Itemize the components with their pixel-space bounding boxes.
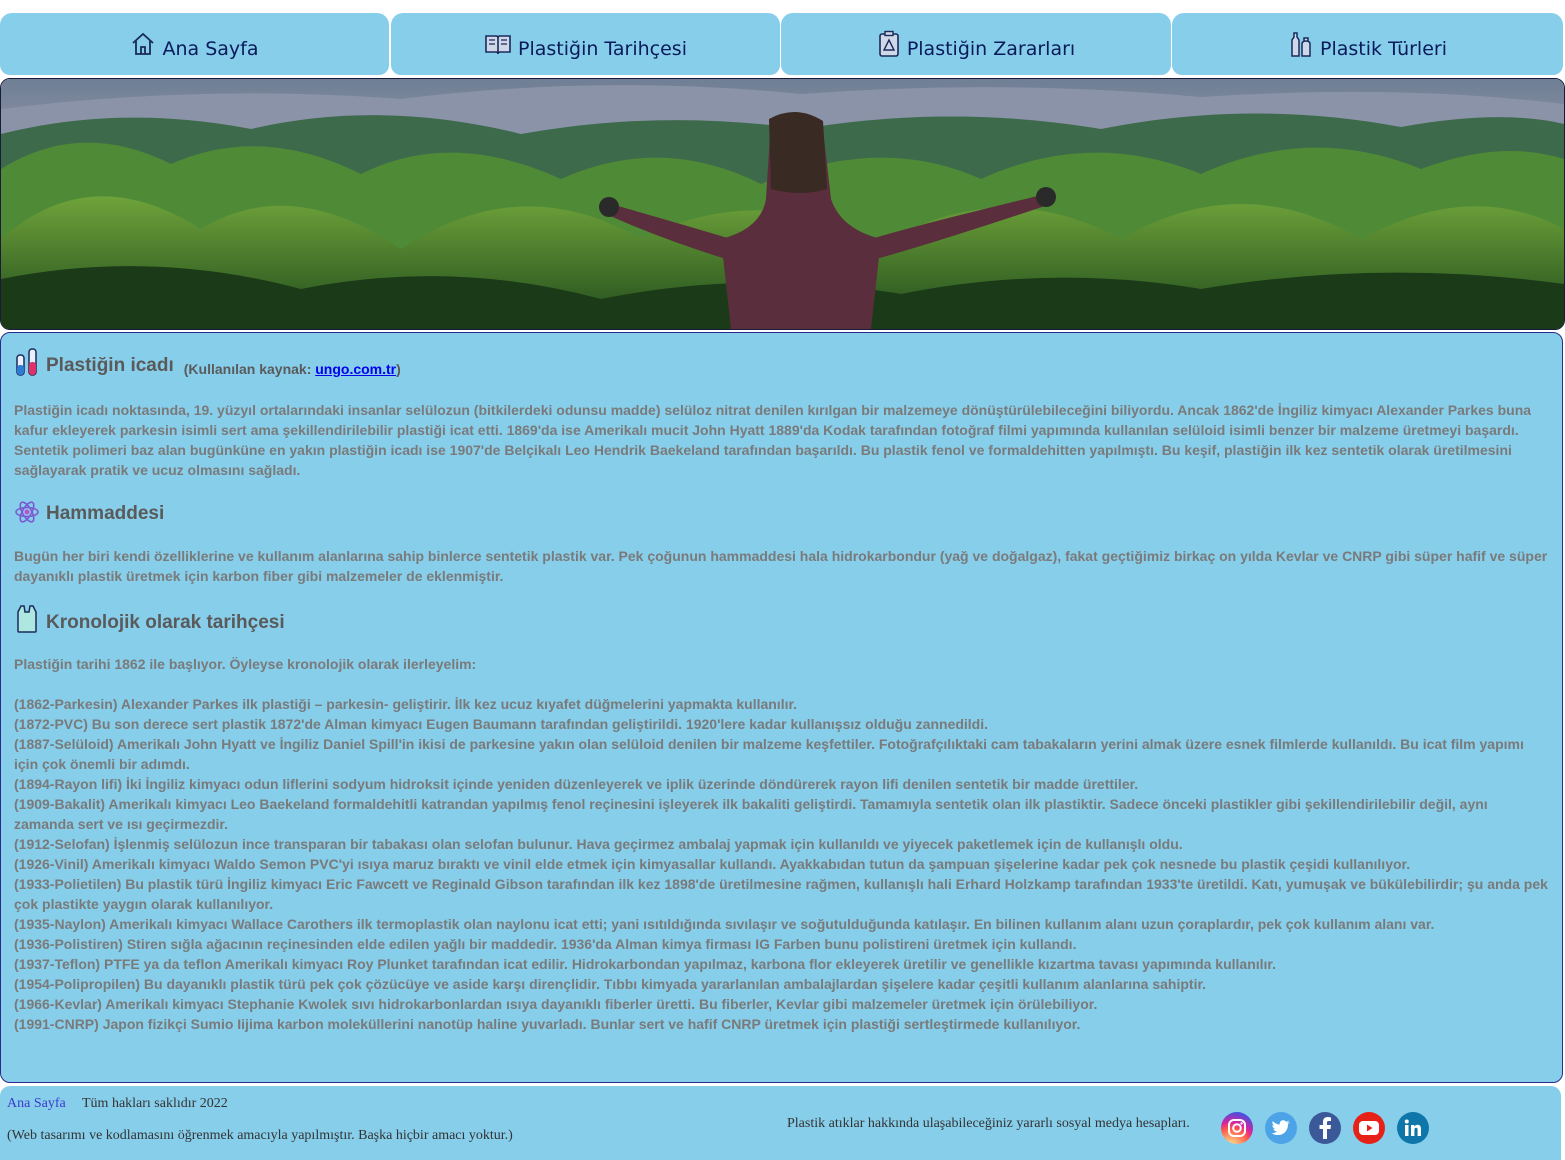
atom-icon [15,501,39,523]
home-icon [132,32,155,55]
nav-label-harms: Plastiğin Zararları [906,38,1076,60]
social-icons [1221,1112,1441,1144]
section-title-raw: Hammaddesi [14,499,1549,525]
chronology-title: Kronolojik olarak tarihçesi [46,612,285,633]
footer-note: (Web tasarımı ve kodlamasını öğrenmek am… [7,1128,513,1143]
chronology-item: (1862-Parkesin) Alexander Parkes ilk pla… [14,696,798,712]
source-suffix: ) [396,361,401,377]
section-title-chronology: Kronolojik olarak tarihçesi [14,604,1549,634]
chronology-item: (1887-Selüloid) Amerikalı John Hyatt ve … [14,736,1524,772]
twitter-icon[interactable] [1265,1112,1297,1144]
chronology-item: (1926-Vinil) Amerikalı kimyacı Waldo Sem… [14,856,1411,872]
instagram-icon[interactable] [1221,1112,1253,1144]
nav-tab-harms[interactable]: Plastiğin Zararları [781,13,1171,75]
bottles-icon [1291,32,1311,57]
chronology-item: (1954-Polipropilen) Bu dayanıklı plastik… [14,976,1207,992]
nav-label-history: Plastiğin Tarihçesi [518,38,687,60]
chronology-item: (1912-Selofan) İşlenmiş selülozun ince t… [14,836,1183,852]
nav-tab-home[interactable]: Ana Sayfa [0,13,389,75]
chronology-item: (1991-CNRP) Japon fizikçi Sumio Iijima k… [14,1016,1081,1032]
invention-title: Plastiğin icadı [46,355,174,376]
nav-label-home: Ana Sayfa [162,38,259,60]
nav-label-types: Plastik Türleri [1320,38,1447,60]
footer: Ana Sayfa Tüm hakları saklıdır 2022 (Web… [0,1086,1561,1160]
book-icon [485,35,511,55]
source-note: (Kullanılan kaynak: ungo.com.tr) [184,361,401,377]
chronology-item: (1872-PVC) Bu son derece sert plastik 18… [14,716,989,732]
chronology-item: (1966-Kevlar) Amerikalı kimyacı Stephani… [14,996,1098,1012]
nav-tab-types[interactable]: Plastik Türleri [1172,13,1563,75]
chronology-list: (1862-Parkesin) Alexander Parkes ilk pla… [14,694,1549,1034]
footer-rights: Tüm hakları saklıdır 2022 [82,1096,228,1111]
plastic-bag-icon [17,605,37,633]
chronology-item: (1936-Polistiren) Stiren sığla ağacının … [14,936,1077,952]
invention-paragraph: Plastiğin icadı noktasında, 19. yüzyıl o… [14,402,1532,478]
test-tubes-icon [16,348,37,376]
chronology-item: (1935-Naylon) Amerikalı kimyacı Wallace … [14,916,1435,932]
footer-home-link[interactable]: Ana Sayfa [7,1096,66,1112]
warning-icon [879,30,899,57]
raw-title: Hammaddesi [46,503,165,524]
source-prefix: (Kullanılan kaynak: [183,361,316,377]
chronology-item: (1937-Teflon) PTFE ya da teflon Amerikal… [14,956,1276,972]
linkedin-icon[interactable] [1397,1112,1429,1144]
chronology-item: (1894-Rayon lifi) İki İngiliz kimyacı od… [14,776,1139,792]
top-nav: Ana Sayfa Plastiğin Tarihçesi Plastiğin … [0,13,1565,75]
hero-image [1,79,1564,329]
footer-social-text: Plastik atıklar hakkında ulaşabileceğini… [787,1116,1190,1131]
hero-banner [0,78,1565,330]
main-content: Plastiğin icadı (Kullanılan kaynak: ungo… [0,332,1563,1083]
facebook-icon[interactable] [1309,1112,1341,1144]
youtube-icon[interactable] [1353,1112,1385,1144]
chronology-intro: Plastiğin tarihi 1862 ile başlıyor. Öyle… [14,656,477,672]
source-link[interactable]: ungo.com.tr [315,361,396,377]
chronology-item: (1909-Bakalit) Amerikalı kimyacı Leo Bae… [14,796,1488,832]
raw-paragraph: Bugün her biri kendi özelliklerine ve ku… [14,548,1548,584]
chronology-item: (1933-Polietilen) Bu plastik türü İngili… [14,876,1548,912]
nav-tab-history[interactable]: Plastiğin Tarihçesi [391,13,780,75]
section-title-invention: Plastiğin icadı (Kullanılan kaynak: ungo… [14,347,1549,377]
